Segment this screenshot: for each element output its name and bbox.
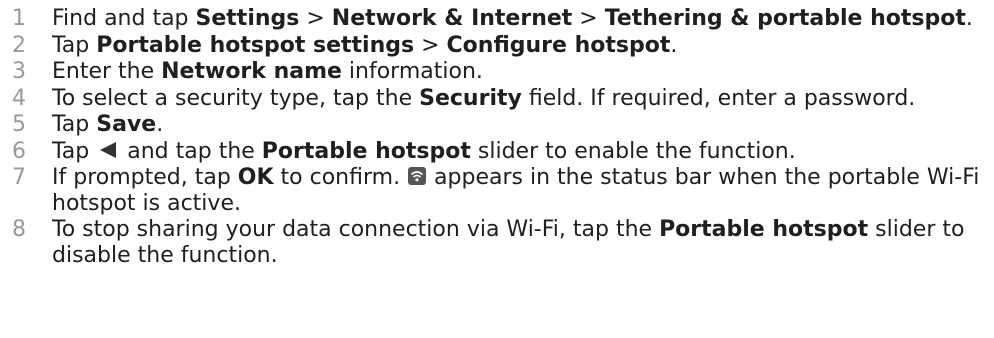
ui-term-network-internet: Network & Internet bbox=[331, 6, 573, 31]
step-7: 7 If prompted, tap OK to confirm. appear… bbox=[12, 165, 994, 216]
step-text-segment: Enter the bbox=[52, 59, 162, 84]
step-text-segment: To select a security type, tap the bbox=[52, 85, 420, 111]
step-text-segment: . bbox=[670, 32, 678, 58]
ui-term-tethering-hotspot: Tethering & portable hotspot bbox=[604, 6, 966, 31]
ui-term-security: Security bbox=[419, 85, 522, 111]
step-1: 1 Find and tap Settings > Network & Inte… bbox=[12, 6, 994, 32]
ui-term-save: Save bbox=[96, 112, 157, 137]
step-2: 2 Tap Portable hotspot settings > Config… bbox=[12, 33, 994, 59]
step-number: 3 bbox=[12, 59, 26, 84]
step-number: 7 bbox=[12, 165, 26, 190]
step-text: Enter the Network name information. bbox=[52, 59, 992, 85]
step-text: Find and tap Settings > Network & Intern… bbox=[52, 6, 992, 32]
step-number: 6 bbox=[12, 138, 26, 164]
step-number: 4 bbox=[12, 85, 26, 111]
ui-term-portable-hotspot: Portable hotspot bbox=[659, 217, 869, 242]
step-number: 2 bbox=[12, 32, 26, 58]
step-text-segment: and tap the bbox=[120, 138, 262, 164]
ui-term-configure-hotspot: Configure hotspot bbox=[446, 32, 671, 58]
step-text-segment: > bbox=[572, 6, 605, 31]
ui-term-portable-hotspot-settings: Portable hotspot settings bbox=[96, 32, 415, 58]
step-4: 4 To select a security type, tap the Sec… bbox=[12, 86, 994, 112]
step-text-segment: To stop sharing your data connection via… bbox=[52, 217, 660, 242]
step-text-segment: slider to enable the function. bbox=[470, 138, 796, 164]
step-8: 8 To stop sharing your data connection v… bbox=[12, 217, 994, 268]
step-text: Tap and tap the Portable hotspot slider … bbox=[52, 139, 992, 165]
step-text-segment: If prompted, tap bbox=[52, 165, 238, 190]
step-text: Tap Save. bbox=[52, 112, 992, 138]
back-icon bbox=[96, 140, 120, 160]
step-text-segment: Find and tap bbox=[52, 6, 196, 31]
step-text: Tap Portable hotspot settings > Configur… bbox=[52, 33, 992, 59]
step-text: To select a security type, tap the Secur… bbox=[52, 86, 992, 112]
step-text-segment: . bbox=[965, 6, 973, 31]
step-text-segment: Tap bbox=[52, 32, 97, 58]
step-6: 6 Tap and tap the Portable hotspot slide… bbox=[12, 139, 994, 165]
step-text-segment: > bbox=[299, 6, 332, 31]
step-text-segment: > bbox=[414, 32, 447, 58]
step-5: 5 Tap Save. bbox=[12, 112, 994, 138]
ui-term-portable-hotspot: Portable hotspot bbox=[261, 138, 471, 164]
step-number: 8 bbox=[12, 217, 26, 242]
instruction-steps-list: 1 Find and tap Settings > Network & Inte… bbox=[0, 0, 994, 268]
step-text: To stop sharing your data connection via… bbox=[52, 217, 992, 268]
step-text-segment: . bbox=[156, 112, 164, 137]
wifi-hotspot-icon bbox=[407, 166, 427, 186]
step-text-segment: Tap bbox=[52, 138, 97, 164]
step-3: 3 Enter the Network name information. bbox=[12, 59, 994, 85]
step-text: If prompted, tap OK to confirm. appears … bbox=[52, 165, 992, 216]
step-number: 1 bbox=[12, 6, 26, 31]
step-text-segment: field. If required, enter a password. bbox=[521, 85, 916, 111]
ui-term-settings: Settings bbox=[195, 6, 300, 31]
step-text-segment: information. bbox=[341, 59, 483, 84]
step-text-segment: Tap bbox=[52, 112, 97, 137]
ui-term-network-name: Network name bbox=[161, 59, 342, 84]
step-text-segment: to confirm. bbox=[273, 165, 408, 190]
ui-term-ok: OK bbox=[237, 165, 274, 190]
step-number: 5 bbox=[12, 112, 26, 137]
